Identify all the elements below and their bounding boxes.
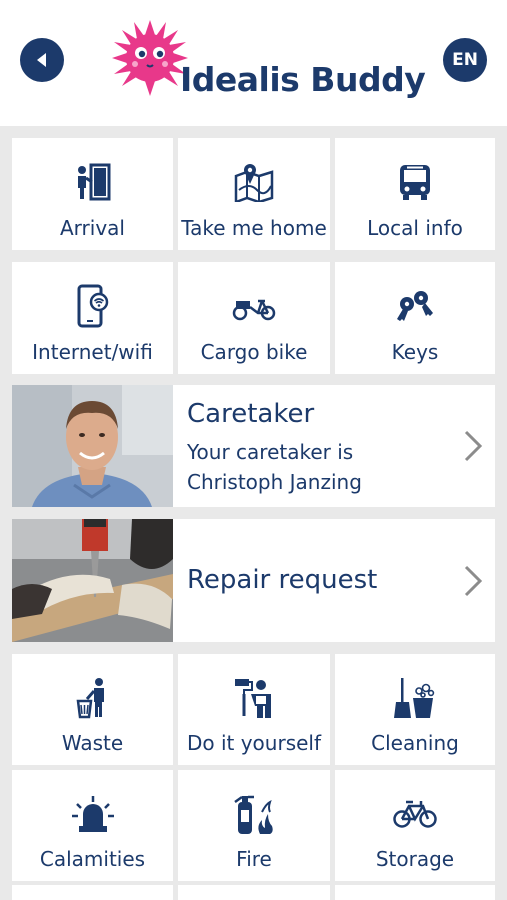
- chevron-right-icon: [464, 565, 483, 597]
- cargo-bike-icon: [232, 284, 276, 328]
- door-arrival-icon: [71, 160, 115, 204]
- tile-label: Fire: [236, 847, 272, 871]
- tile-label: Storage: [375, 847, 455, 871]
- caretaker-intro: Your caretaker is: [187, 440, 354, 464]
- brand-name: Idealis Buddy: [180, 60, 426, 99]
- tile-keys[interactable]: Keys: [335, 262, 495, 374]
- tile-partial[interactable]: [178, 885, 330, 900]
- diy-icon: [232, 676, 276, 720]
- tile-label: Calamities: [39, 847, 146, 871]
- bus-icon: [393, 160, 437, 204]
- map-icon: [232, 160, 276, 204]
- brand-logo: Idealis Buddy: [110, 18, 426, 108]
- tile-label: Local info: [367, 216, 463, 240]
- bicycle-icon: [393, 792, 437, 836]
- tile-fire[interactable]: Fire: [178, 770, 330, 881]
- chevron-right-icon: [464, 430, 483, 462]
- keys-icon: [393, 284, 437, 328]
- repair-photo: [12, 519, 173, 642]
- caretaker-card[interactable]: Caretaker Your caretaker is Christoph Ja…: [12, 385, 495, 507]
- tile-label: Take me home: [181, 216, 327, 240]
- phone-wifi-icon: [71, 284, 115, 328]
- cleaning-icon: [393, 676, 437, 720]
- tile-cargo-bike[interactable]: Cargo bike: [178, 262, 330, 374]
- back-arrow-icon: [37, 53, 46, 67]
- tile-label: Cargo bike: [200, 340, 308, 364]
- flower-mascot-icon: [112, 20, 188, 96]
- repair-request-card[interactable]: Repair request: [12, 519, 495, 642]
- tile-storage[interactable]: Storage: [335, 770, 495, 881]
- caretaker-photo: [12, 385, 173, 507]
- tile-do-it-yourself[interactable]: Do it yourself: [178, 654, 330, 765]
- tile-local-info[interactable]: Local info: [335, 138, 495, 250]
- caretaker-name: Christoph Janzing: [187, 470, 362, 494]
- tile-label: Cleaning: [371, 731, 459, 755]
- back-button[interactable]: [20, 38, 64, 82]
- tile-label: Waste: [61, 731, 124, 755]
- tile-label: Internet/wifi: [32, 340, 153, 364]
- tile-label: Keys: [391, 340, 439, 364]
- fire-extinguisher-icon: [232, 792, 276, 836]
- caretaker-title: Caretaker: [187, 399, 315, 429]
- repair-title: Repair request: [187, 565, 378, 595]
- language-button[interactable]: EN: [443, 38, 487, 82]
- tile-calamities[interactable]: Calamities: [12, 770, 173, 881]
- tile-label: Do it yourself: [186, 731, 322, 755]
- alarm-icon: [71, 792, 115, 836]
- tile-take-me-home[interactable]: Take me home: [178, 138, 330, 250]
- tile-partial[interactable]: [335, 885, 495, 900]
- app-header: Idealis Buddy EN: [0, 0, 507, 126]
- tile-partial[interactable]: [12, 885, 173, 900]
- tile-cleaning[interactable]: Cleaning: [335, 654, 495, 765]
- tile-arrival[interactable]: Arrival: [12, 138, 173, 250]
- tile-internet-wifi[interactable]: Internet/wifi: [12, 262, 173, 374]
- tile-label: Arrival: [60, 216, 125, 240]
- waste-icon: [71, 676, 115, 720]
- tile-waste[interactable]: Waste: [12, 654, 173, 765]
